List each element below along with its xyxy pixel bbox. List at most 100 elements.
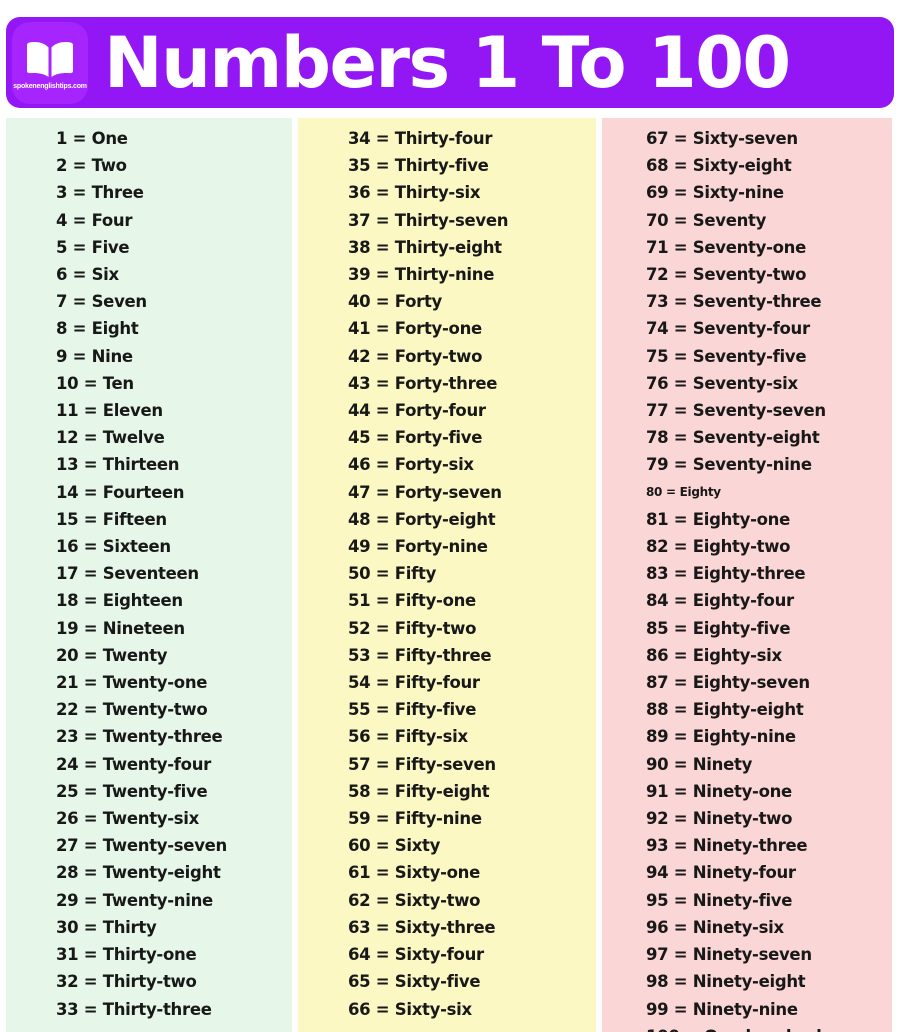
open-book-icon — [24, 36, 76, 78]
number-entry: 51 = Fifty-one — [348, 591, 476, 611]
number-entry: 16 = Sixteen — [56, 537, 171, 557]
number-entry: 63 = Sixty-three — [348, 917, 496, 937]
number-entry: 15 = Fifteen — [56, 509, 167, 529]
number-entry: 88 = Eighty-eight — [646, 700, 804, 720]
number-entry: 11 = Eleven — [56, 401, 163, 421]
number-entry: 71 = Seventy-one — [646, 237, 807, 257]
numbers-chart-poster: spokenenglishtips.com Numbers 1 To 100 1… — [0, 0, 900, 1032]
number-entry: 31 = Thirty-one — [56, 945, 197, 965]
number-entry: 37 = Thirty-seven — [348, 210, 509, 230]
number-entry: 32 = Thirty-two — [56, 972, 197, 992]
number-entry: 69 = Sixty-nine — [646, 183, 784, 203]
number-entry: 79 = Seventy-nine — [646, 455, 812, 475]
number-entry: 14 = Fourteen — [56, 482, 185, 502]
number-entry: 48 = Forty-eight — [348, 509, 496, 529]
number-entry: 13 = Thirteen — [56, 455, 180, 475]
number-entry: 53 = Fifty-three — [348, 645, 492, 665]
number-entry: 61 = Sixty-one — [348, 863, 481, 883]
number-entry: 90 = Ninety — [646, 754, 753, 774]
number-entry: 33 = Thirty-three — [56, 999, 212, 1019]
header-banner: spokenenglishtips.com Numbers 1 To 100 — [6, 17, 894, 108]
number-entry: 77 = Seventy-seven — [646, 401, 826, 421]
number-entry: 52 = Fifty-two — [348, 618, 477, 638]
number-entry: 5 = Five — [56, 237, 130, 257]
numbers-column-1: 1 = One 2 = Two 3 = Three 4 = Four 5 = Five 6… — [6, 118, 292, 1032]
number-entry: 56 = Fifty-six — [348, 727, 468, 747]
number-entry: 35 = Thirty-five — [348, 156, 489, 176]
number-entry: 82 = Eighty-two — [646, 537, 791, 557]
number-entry: 94 = Ninety-four — [646, 863, 796, 883]
number-entry: 95 = Ninety-five — [646, 890, 793, 910]
number-entry: 80 = Eighty — [646, 484, 721, 499]
numbers-column-2: 34 = Thirty-four 35 = Thirty-five 36 = Thi… — [298, 118, 596, 1032]
number-entry: 74 = Seventy-four — [646, 319, 810, 339]
number-entry: 23 = Twenty-three — [56, 727, 223, 747]
number-entry: 28 = Twenty-eight — [56, 863, 221, 883]
number-entry: 40 = Forty — [348, 292, 442, 312]
number-entry: 19 = Nineteen — [56, 618, 185, 638]
number-entry: 72 = Seventy-two — [646, 265, 807, 285]
number-entry: 86 = Eighty-six — [646, 645, 782, 665]
number-entry: 99 = Ninety-nine — [646, 999, 798, 1019]
number-entry: 97 = Ninety-seven — [646, 945, 812, 965]
number-entry: 91 = Ninety-one — [646, 781, 792, 801]
number-entry: 12 = Twelve — [56, 428, 165, 448]
number-entry: 21 = Twenty-one — [56, 673, 208, 693]
number-entry: 9 = Nine — [56, 346, 133, 366]
numbers-column-3: 67 = Sixty-seven 68 = Sixty-eight 69 = Six… — [602, 118, 892, 1032]
number-entry: 81 = Eighty-one — [646, 509, 791, 529]
number-entry: 49 = Forty-nine — [348, 537, 488, 557]
number-entry: 96 = Ninety-six — [646, 917, 784, 937]
number-entry: 92 = Ninety-two — [646, 809, 793, 829]
number-entry: 43 = Forty-three — [348, 373, 498, 393]
site-logo: spokenenglishtips.com — [12, 21, 88, 104]
numbers-columns: 1 = One 2 = Two 3 = Three 4 = Four 5 = Five 6… — [6, 118, 892, 1032]
number-entry: 10 = Ten — [56, 373, 134, 393]
number-entry: 2 = Two — [56, 156, 127, 176]
number-entry: 36 = Thirty-six — [348, 183, 481, 203]
number-entry: 76 = Seventy-six — [646, 373, 798, 393]
number-entry: 42 = Forty-two — [348, 346, 483, 366]
number-entry: 6 = Six — [56, 265, 119, 285]
number-entry: 78 = Seventy-eight — [646, 428, 820, 448]
number-entry: 44 = Forty-four — [348, 401, 486, 421]
number-entry: 75 = Seventy-five — [646, 346, 807, 366]
number-entry: 64 = Sixty-four — [348, 945, 484, 965]
number-entry: 24 = Twenty-four — [56, 754, 211, 774]
number-entry: 98 = Ninety-eight — [646, 972, 806, 992]
number-entry: 30 = Thirty — [56, 917, 157, 937]
number-entry: 84 = Eighty-four — [646, 591, 794, 611]
number-entry: 50 = Fifty — [348, 564, 437, 584]
number-entry: 66 = Sixty-six — [348, 999, 472, 1019]
number-entry: 18 = Eighteen — [56, 591, 183, 611]
number-entry: 46 = Forty-six — [348, 455, 474, 475]
number-entry: 85 = Eighty-five — [646, 618, 791, 638]
number-entry: 83 = Eighty-three — [646, 564, 806, 584]
number-entry: 39 = Thirty-nine — [348, 265, 495, 285]
number-entry: 1 = One — [56, 129, 128, 148]
logo-website-url: spokenenglishtips.com — [13, 82, 87, 90]
number-entry: 67 = Sixty-seven — [646, 129, 798, 148]
number-entry: 47 = Forty-seven — [348, 482, 502, 502]
number-entry: 3 = Three — [56, 183, 144, 203]
number-entry: 17 = Seventeen — [56, 564, 199, 584]
number-entry: 25 = Twenty-five — [56, 781, 208, 801]
number-entry: 45 = Forty-five — [348, 428, 483, 448]
number-entry: 8 = Eight — [56, 319, 139, 339]
number-entry: 62 = Sixty-two — [348, 890, 481, 910]
number-entry: 58 = Fifty-eight — [348, 781, 490, 801]
number-entry: 100 = One hundred — [646, 1023, 892, 1032]
number-entry: 22 = Twenty-two — [56, 700, 208, 720]
number-entry: 38 = Thirty-eight — [348, 237, 502, 257]
number-entry: 27 = Twenty-seven — [56, 836, 227, 856]
number-entry: 68 = Sixty-eight — [646, 156, 792, 176]
number-entry: 41 = Forty-one — [348, 319, 482, 339]
number-entry: 70 = Seventy — [646, 210, 767, 230]
number-entry: 57 = Fifty-seven — [348, 754, 496, 774]
number-entry: 29 = Twenty-nine — [56, 890, 213, 910]
number-entry: 26 = Twenty-six — [56, 809, 200, 829]
number-entry: 34 = Thirty-four — [348, 129, 493, 148]
number-entry: 7 = Seven — [56, 292, 147, 312]
number-entry: 59 = Fifty-nine — [348, 809, 482, 829]
number-entry: 60 = Sixty — [348, 836, 441, 856]
